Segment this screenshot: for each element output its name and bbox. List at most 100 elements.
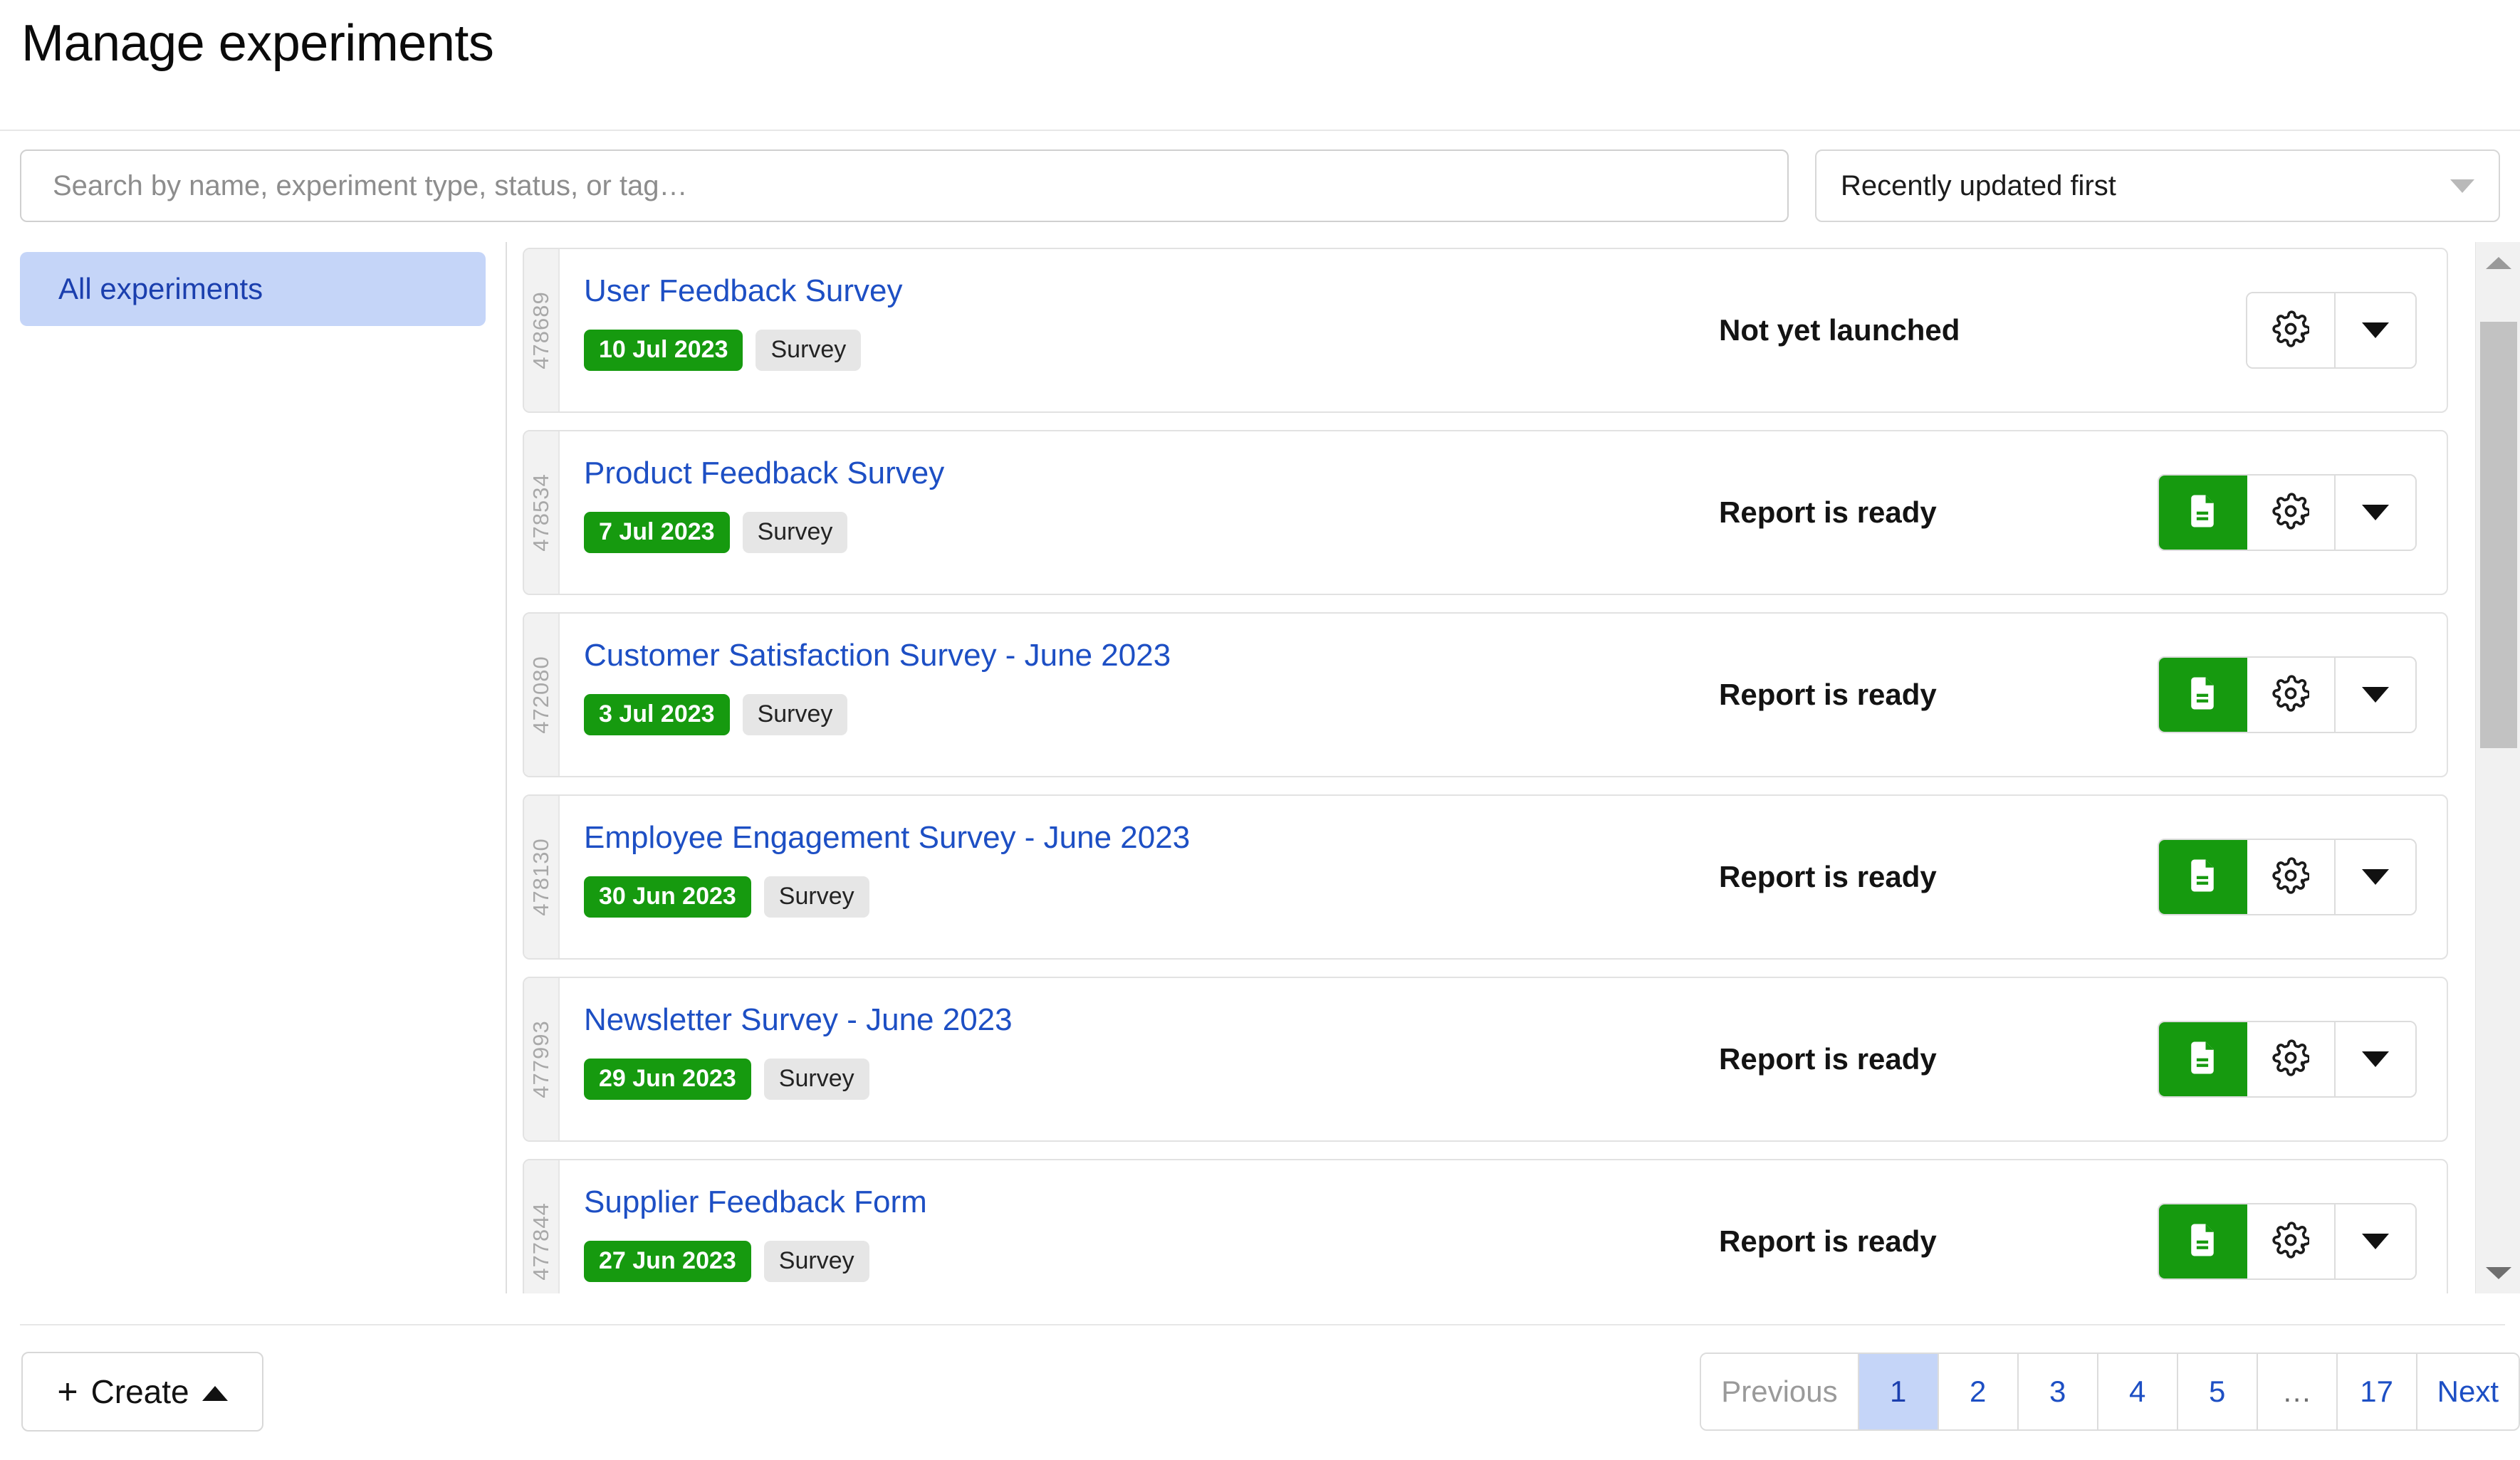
create-button-label: Create: [91, 1372, 189, 1411]
experiment-status-cell: Report is ready: [1692, 978, 2148, 1140]
page-title: Manage experiments: [21, 16, 493, 72]
pagination-page-17[interactable]: 17: [2338, 1354, 2417, 1429]
search-field-wrapper[interactable]: [20, 149, 1789, 222]
more-actions-dropdown-button[interactable]: [2336, 1204, 2415, 1278]
experiment-actions: [2148, 796, 2447, 958]
experiment-card-main: Employee Engagement Survey - June 2023 30…: [560, 796, 1692, 958]
pagination-page-1[interactable]: 1: [1859, 1354, 1939, 1429]
document-report-icon: [2183, 1221, 2222, 1263]
experiment-card[interactable]: 478534 Product Feedback Survey 7 Jul 2023 S…: [523, 430, 2448, 595]
pagination: Previous12345…17Next: [1700, 1353, 2520, 1431]
status-badge: Report is ready: [1719, 860, 1937, 894]
status-badge: Report is ready: [1719, 678, 1937, 712]
caret-up-icon: [202, 1386, 228, 1401]
gear-icon: [2272, 675, 2309, 715]
experiment-id-strip: 477993: [524, 978, 560, 1140]
settings-button[interactable]: [2247, 1022, 2336, 1096]
gear-icon: [2272, 310, 2309, 351]
view-report-button[interactable]: [2159, 658, 2247, 732]
experiment-status-cell: Report is ready: [1692, 431, 2148, 594]
experiment-type-badge: Survey: [743, 694, 848, 735]
status-badge: Report is ready: [1719, 495, 1937, 530]
caret-down-icon: [2362, 869, 2389, 885]
experiment-card[interactable]: 478130Employee Engagement Survey - June …: [523, 794, 2448, 960]
status-badge: Not yet launched: [1719, 313, 1960, 347]
experiment-date-badge: 10 Jul 2023: [584, 330, 743, 371]
experiment-badges: 10 Jul 2023 Survey: [584, 330, 1692, 371]
experiment-id-strip: 478130: [524, 796, 560, 958]
view-report-button[interactable]: [2159, 1204, 2247, 1278]
experiment-title-link[interactable]: Product Feedback Survey: [584, 456, 1692, 492]
experiment-id-strip: 478689: [524, 249, 560, 411]
experiment-type-badge: Survey: [764, 1241, 869, 1282]
more-actions-dropdown-button[interactable]: [2336, 840, 2415, 914]
sidebar-item-label: All experiments: [58, 272, 263, 306]
experiment-card[interactable]: 478689 User Feedback Survey 10 Jul 2023 Sur…: [523, 248, 2448, 413]
view-report-button[interactable]: [2159, 840, 2247, 914]
experiment-list-scrollbar[interactable]: [2475, 242, 2520, 1293]
experiment-list-viewport[interactable]: 478689 User Feedback Survey 10 Jul 2023 Sur…: [508, 242, 2474, 1293]
settings-button[interactable]: [2247, 840, 2336, 914]
experiment-list: 478689 User Feedback Survey 10 Jul 2023 Sur…: [508, 242, 2474, 1293]
experiment-card[interactable]: 477844Supplier Feedback Form27 Jun 2023S…: [523, 1159, 2448, 1293]
caret-down-icon: [2362, 322, 2389, 338]
view-report-button[interactable]: [2159, 476, 2247, 550]
settings-button[interactable]: [2247, 1204, 2336, 1278]
document-report-icon: [2183, 856, 2222, 898]
gear-icon: [2272, 857, 2309, 898]
more-actions-dropdown-button[interactable]: [2336, 293, 2415, 367]
experiment-title-link[interactable]: Customer Satisfaction Survey - June 2023: [584, 638, 1692, 674]
pagination-next[interactable]: Next: [2417, 1354, 2519, 1429]
experiment-date-badge: 27 Jun 2023: [584, 1241, 751, 1282]
scroll-up-arrow-icon[interactable]: [2476, 242, 2520, 283]
header-divider: [0, 130, 2520, 131]
settings-button[interactable]: [2247, 476, 2336, 550]
scrollbar-thumb[interactable]: [2480, 322, 2517, 748]
experiment-title-link[interactable]: User Feedback Survey: [584, 273, 1692, 310]
plus-icon: +: [57, 1374, 78, 1409]
experiment-card-main: Customer Satisfaction Survey - June 2023…: [560, 614, 1692, 776]
pagination-page-5[interactable]: 5: [2178, 1354, 2258, 1429]
caret-down-icon: [2362, 1234, 2389, 1249]
pagination-ellipsis: …: [2258, 1354, 2338, 1429]
experiment-card-main: User Feedback Survey 10 Jul 2023 Survey: [560, 249, 1692, 411]
experiment-card[interactable]: 477993Newsletter Survey - June 202329 Ju…: [523, 977, 2448, 1142]
experiment-type-badge: Survey: [764, 876, 869, 918]
chevron-down-icon: [2450, 179, 2474, 193]
experiment-badges: 30 Jun 2023Survey: [584, 876, 1692, 918]
experiment-card-main: Newsletter Survey - June 202329 Jun 2023…: [560, 978, 1692, 1140]
pagination-page-4[interactable]: 4: [2098, 1354, 2178, 1429]
experiment-type-badge: Survey: [756, 330, 861, 371]
experiment-date-badge: 7 Jul 2023: [584, 512, 730, 553]
experiment-id-strip: 478534: [524, 431, 560, 594]
sort-order-select[interactable]: Recently updated first: [1815, 149, 2500, 222]
gear-icon: [2272, 493, 2309, 533]
caret-down-icon: [2362, 687, 2389, 703]
pagination-page-2[interactable]: 2: [1939, 1354, 2019, 1429]
footer-divider: [20, 1324, 2505, 1325]
more-actions-dropdown-button[interactable]: [2336, 476, 2415, 550]
experiment-card[interactable]: 472080Customer Satisfaction Survey - Jun…: [523, 612, 2448, 777]
experiment-actions: [2148, 614, 2447, 776]
sort-order-value: Recently updated first: [1841, 170, 2450, 202]
settings-button[interactable]: [2247, 658, 2336, 732]
create-button[interactable]: + Create: [21, 1352, 263, 1432]
status-badge: Report is ready: [1719, 1042, 1937, 1076]
more-actions-dropdown-button[interactable]: [2336, 1022, 2415, 1096]
settings-button[interactable]: [2247, 293, 2336, 367]
view-report-button[interactable]: [2159, 1022, 2247, 1096]
experiment-id: 478130: [528, 838, 554, 915]
manage-experiments-page: Manage experiments Recently updated firs…: [0, 0, 2520, 1460]
action-button-group: [2158, 1021, 2417, 1098]
sidebar-item-all-experiments[interactable]: All experiments: [20, 252, 486, 326]
experiment-title-link[interactable]: Supplier Feedback Form: [584, 1185, 1692, 1221]
more-actions-dropdown-button[interactable]: [2336, 658, 2415, 732]
experiment-title-link[interactable]: Employee Engagement Survey - June 2023: [584, 820, 1692, 856]
experiment-filter-sidebar: All experiments: [0, 242, 507, 1293]
search-input[interactable]: [53, 170, 1756, 202]
pagination-page-3[interactable]: 3: [2019, 1354, 2098, 1429]
experiment-type-badge: Survey: [743, 512, 848, 553]
experiment-title-link[interactable]: Newsletter Survey - June 2023: [584, 1002, 1692, 1039]
action-button-group: [2158, 1203, 2417, 1280]
scroll-down-arrow-icon[interactable]: [2476, 1252, 2520, 1293]
